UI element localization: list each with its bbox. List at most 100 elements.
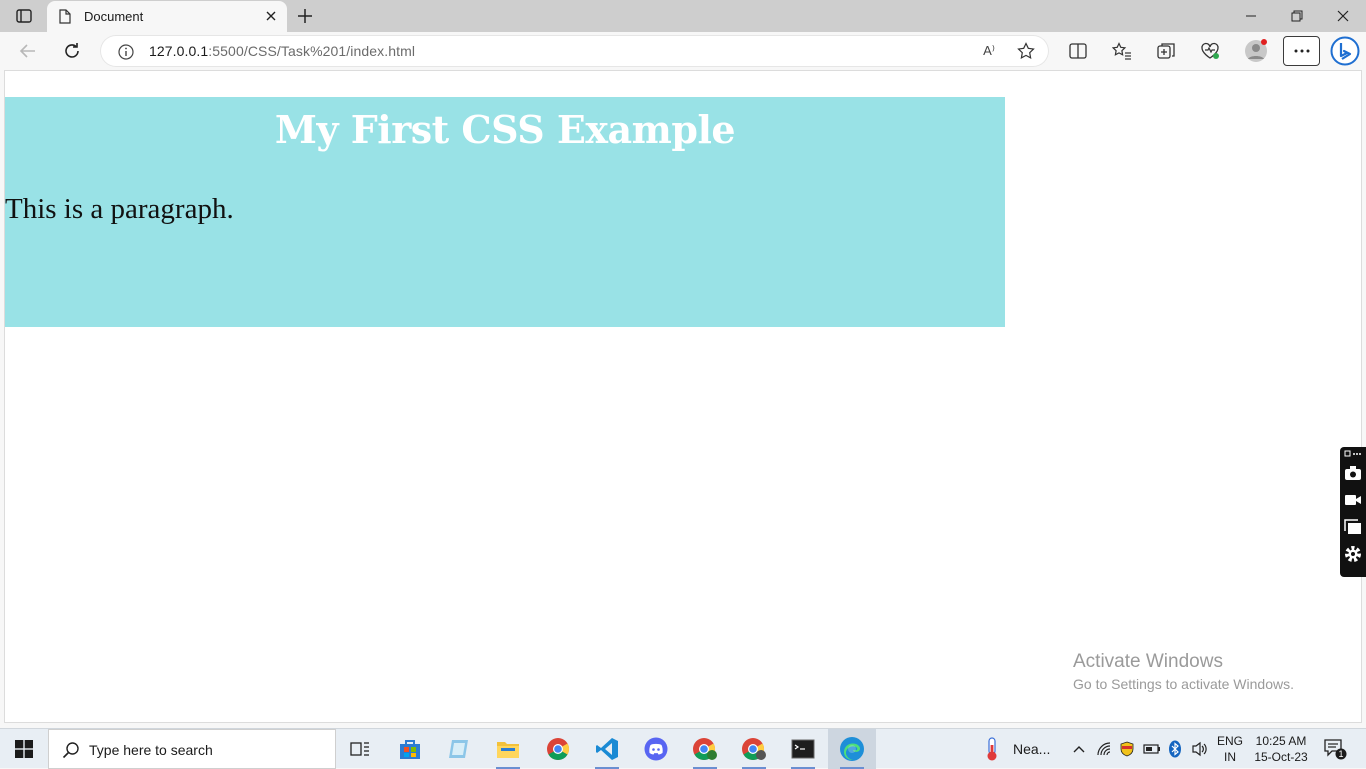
- security-button[interactable]: [1117, 729, 1137, 769]
- region-code: IN: [1224, 750, 1236, 764]
- task-view-icon: [350, 742, 369, 756]
- favorites-button[interactable]: [1110, 40, 1134, 62]
- notes-app-button[interactable]: [435, 729, 483, 769]
- bing-copilot-icon: [1330, 36, 1360, 66]
- terminal-button[interactable]: [779, 729, 827, 769]
- navigation-bar: 127.0.0.1:5500/CSS/Task%201/index.html A…: [0, 32, 1366, 70]
- windows-logo-icon: [15, 740, 33, 758]
- time-text: 10:25 AM: [1255, 734, 1307, 748]
- tab-actions-button[interactable]: [12, 6, 36, 26]
- activate-windows-watermark: Activate Windows Go to Settings to activ…: [1073, 651, 1294, 692]
- edge-button[interactable]: [828, 729, 876, 769]
- refresh-button[interactable]: [60, 40, 84, 62]
- battery-icon: [1143, 744, 1160, 754]
- task-view-button[interactable]: [336, 729, 384, 769]
- close-icon: [1337, 10, 1349, 22]
- browser-essentials-button[interactable]: [1198, 40, 1222, 62]
- minimize-icon: [1246, 15, 1256, 17]
- clock[interactable]: 10:25 AM 15-Oct-23: [1252, 733, 1310, 765]
- bluetooth-button[interactable]: [1166, 729, 1184, 769]
- network-button[interactable]: [1094, 729, 1116, 769]
- read-aloud-icon[interactable]: A⁾: [983, 43, 995, 59]
- notifications-button[interactable]: 1: [1320, 729, 1350, 769]
- close-tab-icon[interactable]: [263, 8, 279, 24]
- favorites-list-icon: [1112, 42, 1131, 60]
- page-viewport: My First CSS Example This is a paragraph…: [4, 70, 1362, 723]
- tab-strip: Document: [0, 0, 1366, 32]
- chrome-icon: [547, 738, 569, 760]
- avatar-icon: [1245, 39, 1267, 62]
- collections-button[interactable]: [1154, 40, 1178, 62]
- capture-side-panel: [1340, 447, 1366, 577]
- panel-handle-icon[interactable]: [1344, 449, 1362, 459]
- url-path: :5500/CSS/Task%201/index.html: [208, 43, 416, 59]
- copilot-button[interactable]: [1330, 36, 1360, 66]
- chrome-profile-icon: [693, 738, 717, 760]
- store-icon: [400, 740, 420, 759]
- collections-icon: [1157, 43, 1175, 59]
- watermark-subtitle: Go to Settings to activate Windows.: [1073, 676, 1294, 692]
- page-icon: [59, 9, 71, 24]
- back-button[interactable]: [16, 40, 40, 62]
- taskbar: Type here to search Nea... ENG IN 10:25 …: [0, 728, 1366, 769]
- chrome-profile-b-button[interactable]: [730, 729, 778, 769]
- input-language[interactable]: ENG IN: [1217, 733, 1243, 765]
- window-capture-icon[interactable]: [1344, 518, 1362, 536]
- minimize-button[interactable]: [1228, 0, 1274, 32]
- show-hidden-icons-button[interactable]: [1068, 729, 1090, 769]
- weather-text[interactable]: Nea...: [1013, 741, 1050, 757]
- favorite-star-icon[interactable]: [1017, 42, 1035, 60]
- weather-widget[interactable]: [980, 729, 1004, 769]
- battery-button[interactable]: [1141, 729, 1163, 769]
- vscode-button[interactable]: [583, 729, 631, 769]
- back-arrow-icon: [19, 44, 35, 58]
- vscode-icon: [596, 738, 618, 760]
- profile-button[interactable]: [1244, 39, 1268, 62]
- chrome-profile-icon: [742, 738, 766, 760]
- restore-icon: [1291, 10, 1303, 22]
- url-text[interactable]: 127.0.0.1:5500/CSS/Task%201/index.html: [149, 43, 415, 59]
- paragraph: This is a paragraph.: [5, 193, 234, 225]
- address-bar[interactable]: 127.0.0.1:5500/CSS/Task%201/index.html A…: [100, 35, 1049, 67]
- terminal-icon: [791, 739, 815, 759]
- speaker-icon: [1192, 741, 1207, 757]
- tab-title: Document: [84, 9, 144, 24]
- split-screen-button[interactable]: [1066, 40, 1090, 62]
- settings-and-more-button[interactable]: [1283, 36, 1320, 66]
- page-heading: My First CSS Example: [274, 107, 736, 152]
- tab-document[interactable]: Document: [47, 1, 287, 32]
- taskbar-search[interactable]: Type here to search: [48, 729, 336, 769]
- search-icon: [62, 742, 79, 759]
- more-dots-icon: [1294, 49, 1309, 53]
- volume-button[interactable]: [1188, 729, 1212, 769]
- search-placeholder: Type here to search: [89, 742, 213, 758]
- file-explorer-button[interactable]: [484, 729, 532, 769]
- split-screen-icon: [1069, 43, 1087, 59]
- language-code: ENG: [1217, 734, 1244, 748]
- edge-icon: [840, 737, 864, 761]
- microsoft-store-button[interactable]: [386, 729, 434, 769]
- shield-icon: [1120, 741, 1134, 757]
- discord-icon: [644, 737, 668, 761]
- chrome-button[interactable]: [534, 729, 582, 769]
- start-button[interactable]: [0, 729, 48, 769]
- chrome-profile-a-button[interactable]: [681, 729, 729, 769]
- discord-button[interactable]: [632, 729, 680, 769]
- colored-content-box: My First CSS Example This is a paragraph…: [5, 97, 1005, 327]
- notes-app-icon: [449, 740, 468, 758]
- new-tab-icon[interactable]: [295, 6, 315, 26]
- video-camera-icon[interactable]: [1344, 491, 1362, 509]
- bluetooth-icon: [1169, 740, 1181, 758]
- camera-icon[interactable]: [1344, 464, 1362, 482]
- restore-button[interactable]: [1274, 0, 1320, 32]
- heart-pulse-icon: [1201, 42, 1219, 59]
- refresh-icon: [65, 43, 79, 58]
- folder-icon: [497, 742, 519, 758]
- watermark-title: Activate Windows: [1073, 651, 1223, 672]
- tab-actions-icon: [16, 9, 32, 23]
- notification-count: 1: [1338, 749, 1344, 759]
- gear-icon[interactable]: [1344, 545, 1362, 563]
- site-info-icon[interactable]: [118, 44, 134, 60]
- close-window-button[interactable]: [1320, 0, 1366, 32]
- date-text: 15-Oct-23: [1254, 750, 1308, 764]
